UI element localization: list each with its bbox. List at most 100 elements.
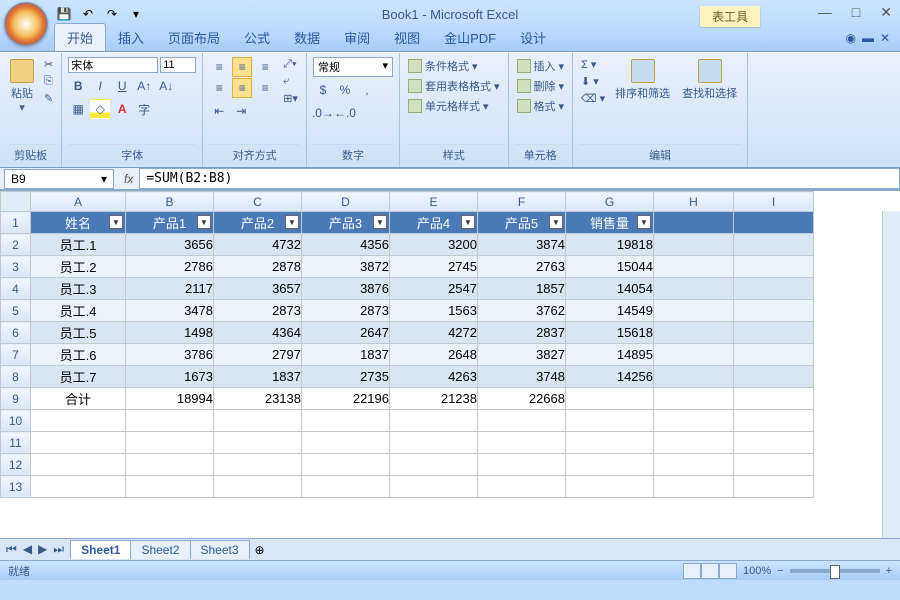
filter-arrow-icon[interactable]: ▼	[109, 215, 123, 229]
cell[interactable]: 4364	[214, 322, 302, 344]
cell[interactable]	[566, 388, 654, 410]
cell[interactable]	[478, 432, 566, 454]
cell[interactable]	[654, 388, 734, 410]
cell[interactable]: 1498	[126, 322, 214, 344]
fx-icon[interactable]: fx	[118, 172, 139, 186]
col-header[interactable]: B	[126, 192, 214, 212]
cell[interactable]	[302, 454, 390, 476]
zoom-in-icon[interactable]: +	[886, 565, 892, 577]
tab-review[interactable]: 审阅	[332, 24, 382, 51]
redo-icon[interactable]: ↷	[102, 4, 122, 24]
cell[interactable]: 员工.3	[31, 278, 126, 300]
cell[interactable]	[734, 278, 814, 300]
indent-dec-button[interactable]: ⇤	[209, 101, 229, 121]
select-all-corner[interactable]	[1, 192, 31, 212]
cell[interactable]: 19818	[566, 234, 654, 256]
cell[interactable]: 员工.6	[31, 344, 126, 366]
help-icon[interactable]: ◉	[845, 31, 855, 45]
cell[interactable]: 产品5▼	[478, 212, 566, 234]
col-header[interactable]: C	[214, 192, 302, 212]
cell[interactable]	[31, 432, 126, 454]
cell[interactable]	[126, 476, 214, 498]
cell[interactable]: 3874	[478, 234, 566, 256]
sheet-nav-prev-icon[interactable]: ◀	[21, 542, 34, 557]
row-header[interactable]: 7	[1, 344, 31, 366]
cell[interactable]: 15044	[566, 256, 654, 278]
cell[interactable]	[390, 432, 478, 454]
cell[interactable]: 4272	[390, 322, 478, 344]
cell[interactable]: 2735	[302, 366, 390, 388]
cell[interactable]	[390, 410, 478, 432]
zoom-level[interactable]: 100%	[743, 565, 771, 577]
cell[interactable]: 3200	[390, 234, 478, 256]
sheet-tab[interactable]: Sheet3	[190, 540, 250, 559]
table-format-button[interactable]: 套用表格格式 ▾	[406, 77, 502, 95]
cell[interactable]	[654, 256, 734, 278]
name-box[interactable]: B9▾	[4, 169, 114, 189]
merge-button[interactable]: ⊞▾	[281, 91, 300, 106]
align-center-button[interactable]: ≡	[232, 78, 252, 98]
col-header[interactable]: D	[302, 192, 390, 212]
shrink-font-button[interactable]: A↓	[156, 76, 176, 96]
cell[interactable]	[302, 410, 390, 432]
undo-icon[interactable]: ↶	[78, 4, 98, 24]
cell[interactable]: 14256	[566, 366, 654, 388]
cell[interactable]: 3876	[302, 278, 390, 300]
col-header[interactable]: F	[478, 192, 566, 212]
cell[interactable]	[214, 454, 302, 476]
cell[interactable]	[654, 322, 734, 344]
cell[interactable]	[734, 432, 814, 454]
fill-color-button[interactable]: ◇	[90, 99, 110, 119]
cell[interactable]	[478, 454, 566, 476]
sheet-nav-next-icon[interactable]: ▶	[36, 542, 49, 557]
font-size-combo[interactable]	[160, 57, 196, 73]
cell[interactable]	[734, 322, 814, 344]
view-layout-button[interactable]	[701, 563, 719, 579]
row-header[interactable]: 3	[1, 256, 31, 278]
align-left-button[interactable]: ≡	[209, 78, 229, 98]
cell[interactable]	[390, 454, 478, 476]
cell[interactable]: 22196	[302, 388, 390, 410]
cell[interactable]: 2786	[126, 256, 214, 278]
col-header[interactable]: A	[31, 192, 126, 212]
cell[interactable]	[478, 410, 566, 432]
cell[interactable]: 姓名▼	[31, 212, 126, 234]
cell[interactable]	[654, 410, 734, 432]
cell[interactable]: 2878	[214, 256, 302, 278]
cell[interactable]: 员工.1	[31, 234, 126, 256]
row-header[interactable]: 13	[1, 476, 31, 498]
spreadsheet-grid[interactable]: A B C D E F G H I 1 姓名▼ 产品1▼ 产品2▼ 产品3▼ 产…	[0, 191, 814, 498]
cell[interactable]: 2745	[390, 256, 478, 278]
filter-arrow-icon[interactable]: ▼	[461, 215, 475, 229]
cell[interactable]	[734, 410, 814, 432]
underline-button[interactable]: U	[112, 76, 132, 96]
cell-style-button[interactable]: 单元格样式 ▾	[406, 97, 502, 115]
filter-arrow-icon[interactable]: ▼	[637, 215, 651, 229]
cell[interactable]	[654, 212, 734, 234]
row-header[interactable]: 6	[1, 322, 31, 344]
delete-cells-button[interactable]: 删除 ▾	[515, 77, 567, 95]
cell[interactable]	[734, 234, 814, 256]
cell[interactable]	[31, 454, 126, 476]
col-header[interactable]: H	[654, 192, 734, 212]
cell[interactable]: 4356	[302, 234, 390, 256]
cell[interactable]: 员工.2	[31, 256, 126, 278]
cell[interactable]: 23138	[214, 388, 302, 410]
insert-cells-button[interactable]: 插入 ▾	[515, 57, 567, 75]
number-format-combo[interactable]: 常规▾	[313, 57, 393, 77]
font-color-button[interactable]: A	[112, 99, 132, 119]
font-name-combo[interactable]	[68, 57, 158, 73]
cell[interactable]	[126, 432, 214, 454]
cell[interactable]: 销售量▼	[566, 212, 654, 234]
tab-insert[interactable]: 插入	[106, 24, 156, 51]
comma-button[interactable]: ,	[357, 80, 377, 100]
cell[interactable]	[654, 366, 734, 388]
cell[interactable]	[654, 476, 734, 498]
cell[interactable]: 3748	[478, 366, 566, 388]
cell[interactable]: 产品3▼	[302, 212, 390, 234]
cell[interactable]: 14895	[566, 344, 654, 366]
format-cells-button[interactable]: 格式 ▾	[515, 97, 567, 115]
cell[interactable]	[214, 432, 302, 454]
cut-button[interactable]: ✂	[42, 57, 55, 72]
formula-input[interactable]	[139, 168, 900, 189]
